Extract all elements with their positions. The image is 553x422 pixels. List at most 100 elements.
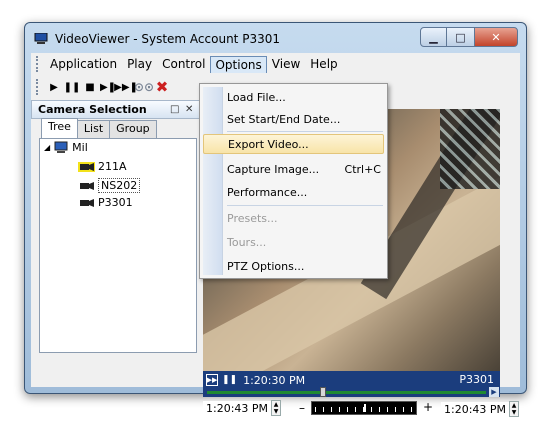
tree-root[interactable]: ◢ Mil	[44, 141, 88, 154]
end-time-spinner[interactable]: ▲ ▼	[509, 401, 520, 417]
app-monitor-icon	[34, 33, 48, 44]
stop-button[interactable]: ■	[81, 78, 99, 96]
pause-button[interactable]: ❚❚	[63, 78, 81, 96]
camera-icon	[80, 198, 94, 207]
menu-item-label: Set Start/End Date...	[227, 112, 341, 126]
tree-item-label: P3301	[98, 196, 133, 209]
camera-tree: ◢ Mil 211A NS202 P3301	[39, 138, 197, 353]
menu-item-label: Export Video...	[228, 137, 309, 151]
menu-item-label: Load File...	[227, 90, 286, 104]
menubar-grip[interactable]	[36, 56, 39, 72]
play-button[interactable]: ▶	[45, 78, 63, 96]
tree-item-label: 211A	[98, 160, 127, 173]
time-zoom-ruler[interactable]	[311, 401, 417, 415]
menu-item-performance[interactable]: Performance...	[227, 182, 381, 202]
ruler-marker[interactable]	[364, 404, 366, 412]
red-x-icon: ✖	[155, 78, 169, 96]
menu-help[interactable]: Help	[305, 55, 342, 73]
tree-item-p3301[interactable]: P3301	[78, 196, 133, 209]
close-video-button[interactable]: ✖	[153, 78, 171, 96]
menu-item-export-video[interactable]: Export Video...	[203, 134, 384, 154]
end-time-field[interactable]: 1:20:43 PM ▲ ▼	[441, 400, 520, 418]
restore-panel-icon[interactable]: □	[170, 104, 182, 115]
close-panel-icon[interactable]: ✕	[185, 104, 197, 115]
window-controls: ▁ □ ✕	[420, 27, 518, 47]
menu-play[interactable]: Play	[122, 55, 157, 73]
menu-separator	[227, 131, 383, 132]
tab-tree[interactable]: Tree	[41, 118, 78, 138]
tree-item-211a[interactable]: 211A	[78, 160, 127, 173]
options-menu: Load File... Set Start/End Date... Expor…	[199, 83, 388, 279]
tab-group[interactable]: Group	[109, 120, 157, 138]
menu-item-presets: Presets...	[227, 208, 381, 228]
toolbar-grip[interactable]	[36, 79, 39, 95]
fast-forward-button[interactable]: ▶▶	[206, 374, 218, 386]
timeline-track	[207, 391, 486, 394]
menu-bar: Application Play Control Options View He…	[31, 53, 520, 75]
menu-item-shortcut: Ctrl+C	[344, 162, 381, 176]
minimize-button[interactable]: ▁	[420, 27, 447, 47]
menu-options[interactable]: Options	[210, 55, 267, 73]
start-time-spinner[interactable]: ▲ ▼	[271, 400, 282, 416]
menu-item-capture-image[interactable]: Capture Image... Ctrl+C	[227, 159, 381, 179]
menu-separator	[227, 205, 383, 206]
menu-item-load-file[interactable]: Load File...	[227, 87, 381, 107]
timeline-scrubber[interactable]: ▶	[203, 387, 500, 397]
menu-item-label: Capture Image...	[227, 162, 320, 176]
menu-icon-gutter	[203, 87, 223, 275]
timeline-end-button[interactable]: ▶	[489, 387, 499, 397]
menu-item-ptz-options[interactable]: PTZ Options...	[227, 256, 381, 276]
chevron-up-icon: ▲	[273, 401, 279, 408]
menu-control[interactable]: Control	[157, 55, 210, 73]
pause-icon[interactable]: ❚❚	[222, 375, 237, 385]
chevron-up-icon: ▲	[511, 402, 517, 409]
fast-forward-icon: ▶▶	[206, 376, 218, 384]
menu-application[interactable]: Application	[45, 55, 122, 73]
chevron-down-icon: ▼	[273, 408, 279, 415]
stop-icon: ■	[85, 81, 95, 93]
menu-item-set-start-end-date[interactable]: Set Start/End Date...	[227, 109, 381, 129]
binoculars-icon: ⊙⊙	[133, 80, 155, 94]
close-icon: ✕	[491, 30, 501, 44]
close-button[interactable]: ✕	[474, 27, 518, 47]
video-content	[440, 109, 500, 189]
camera-alert-icon	[78, 161, 95, 172]
play-icon: ▶	[50, 81, 58, 93]
pause-icon: ❚❚	[63, 81, 81, 93]
tab-list[interactable]: List	[76, 120, 111, 138]
camera-selection-header: Camera Selection □ ✕	[31, 100, 201, 119]
end-time-value[interactable]: 1:20:43 PM	[441, 401, 510, 417]
minimize-icon: ▁	[429, 30, 438, 44]
server-monitor-icon	[54, 141, 68, 153]
menu-view[interactable]: View	[267, 55, 305, 73]
timeline-thumb[interactable]	[320, 387, 326, 397]
chevron-down-icon: ▼	[511, 409, 517, 416]
window-title: VideoViewer - System Account P3301	[55, 32, 280, 46]
menu-item-label: Presets...	[227, 211, 278, 225]
time-range-bar: 1:20:43 PM ▲ ▼ – + 1:20:43 PM ▲ ▼	[203, 397, 520, 419]
tree-item-ns202[interactable]: NS202	[78, 178, 141, 193]
playback-toolbar: ▶ ❚❚ ■ ▶❚ ▶▶❚ ⊙⊙ ✖	[31, 76, 201, 98]
menu-item-tours: Tours...	[227, 232, 381, 252]
camera-icon	[80, 181, 94, 190]
current-time: 1:20:30 PM	[243, 373, 306, 387]
zoom-in-button[interactable]: +	[423, 400, 433, 414]
menu-item-label: PTZ Options...	[227, 259, 305, 273]
camera-name: P3301	[459, 373, 494, 386]
binoculars-button[interactable]: ⊙⊙	[133, 78, 155, 96]
menu-item-label: Tours...	[227, 235, 267, 249]
start-time-field[interactable]: 1:20:43 PM ▲ ▼	[203, 399, 282, 417]
camera-tabs: Tree List Group	[41, 118, 157, 138]
panel-title: Camera Selection	[38, 103, 147, 116]
maximize-button[interactable]: □	[447, 27, 474, 47]
title-bar[interactable]: VideoViewer - System Account P3301 ▁ □ ✕	[25, 23, 526, 52]
chevron-right-icon: ▶	[491, 388, 497, 396]
step-forward-button[interactable]: ▶▶❚	[114, 78, 138, 96]
start-time-value[interactable]: 1:20:43 PM	[203, 400, 272, 416]
zoom-out-button[interactable]: –	[299, 401, 305, 415]
tree-root-label: Mil	[72, 141, 88, 154]
maximize-icon: □	[455, 30, 466, 44]
menu-item-label: Performance...	[227, 185, 308, 199]
tree-item-label: NS202	[98, 178, 141, 193]
collapse-icon[interactable]: ◢	[44, 143, 50, 152]
